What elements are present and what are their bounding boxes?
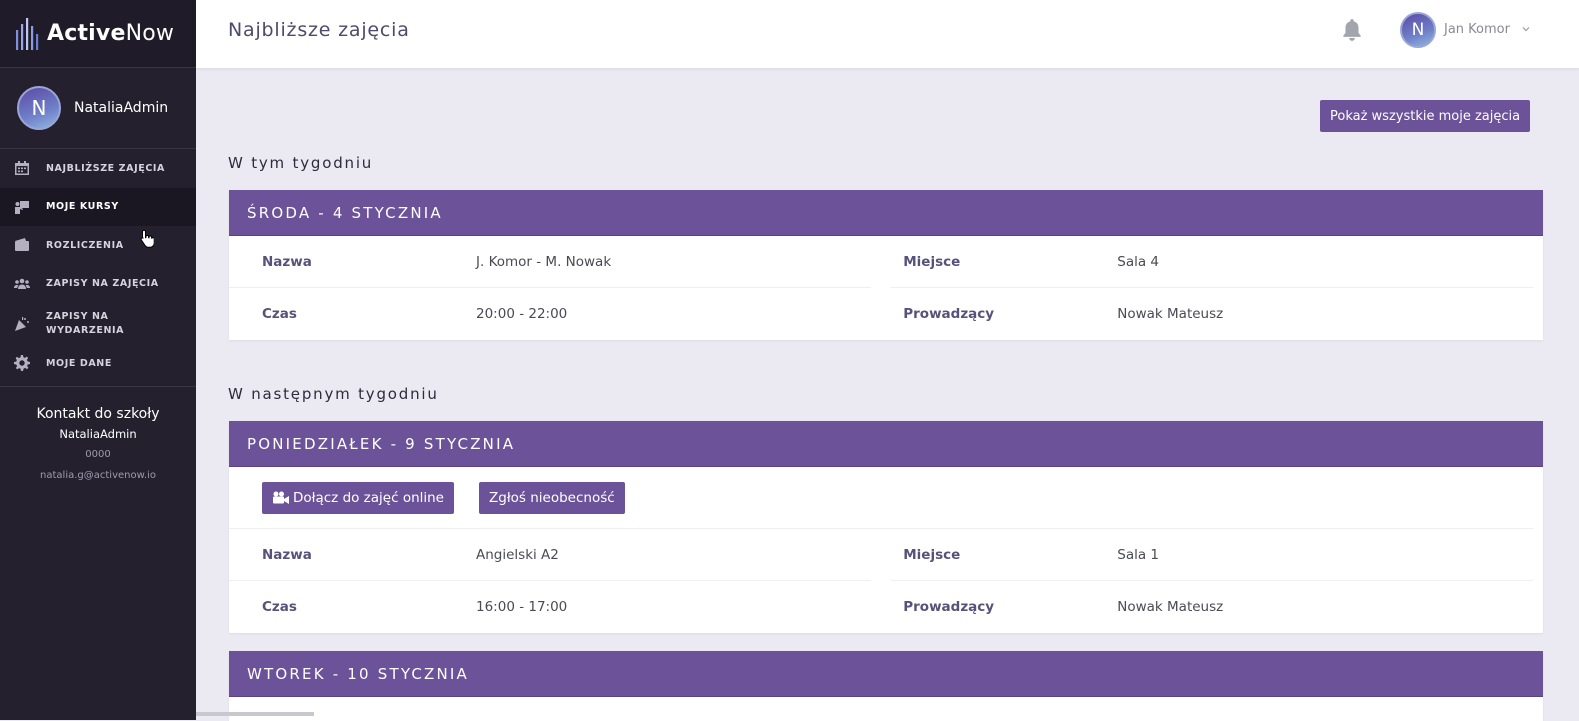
place-label: Miejsce [903,546,961,563]
sidebar-item-label: ZAPISY NA WYDARZENIA [46,310,125,336]
this-week-title: W tym tygodniu [228,154,374,172]
day-header: ŚRODA - 4 STYCZNIA [229,190,1543,236]
users-icon [14,276,30,292]
sidebar-item-moje-dane[interactable]: MOJE DANE [0,344,196,383]
contact-email[interactable]: natalia.g@activenow.io [0,470,196,481]
next-week-title: W następnym tygodniu [228,385,439,403]
party-icon [14,316,30,332]
contact-name: NataliaAdmin [59,426,137,441]
sidebar: ActiveNow N NataliaAdmin NAJBLIŻSZE ZAJĘ… [0,0,196,720]
day-header: WTOREK - 10 STYCZNIA [229,651,1543,697]
logo[interactable]: ActiveNow [0,0,196,68]
teacher-label: Prowadzący [903,306,995,322]
class-name: Angielski A2 [476,546,559,563]
sidebar-item-label: MOJE DANE [46,357,112,369]
teacher-icon [14,199,30,215]
place-label: Miejsce [903,253,961,270]
page-title: Najbliższe zajęcia [228,19,410,41]
day-header: PONIEDZIAŁEK - 9 STYCZNIA [229,421,1543,467]
sidebar-item-moje-kursy[interactable]: MOJE KURSY [0,187,196,226]
class-card: PONIEDZIAŁEK - 9 STYCZNIA Dołącz do zaję… [229,421,1543,633]
class-place: Sala 1 [1117,546,1159,563]
profile-name: NataliaAdmin [74,100,169,116]
sidebar-item-rozliczenia[interactable]: ROZLICZENIA [0,226,196,265]
brand-name: ActiveNow [47,21,175,46]
info-row: Czas 20:00 - 22:00 Prowadzący Nowak Mate… [229,288,1543,340]
sidebar-item-label: MOJE KURSY [46,201,119,213]
contact-phone: 0000 [85,448,111,460]
user-menu-name[interactable]: Jan Komor [1444,22,1510,37]
hand-cursor-icon [140,229,154,248]
time-label: Czas [262,306,297,322]
top-bar: Najbliższe zajęcia N Jan Komor [196,0,1579,68]
avatar: N [17,86,61,130]
report-absence-button[interactable]: Zgłoś nieobecność [479,481,625,514]
class-actions: Dołącz do zajęć online Zgłoś nieobecność [229,467,1533,529]
info-row: Nazwa J. Komor - M. Nowak Miejsce Sala 4 [229,236,1543,288]
sidebar-item-zapisy-na-zajecia[interactable]: ZAPISY NA ZAJĘCIA [0,265,196,304]
wallet-icon [14,237,30,253]
user-avatar[interactable]: N [1400,12,1436,48]
join-online-button[interactable]: Dołącz do zajęć online [262,481,454,514]
show-all-classes-button[interactable]: Pokaż wszystkie moje zajęcia [1320,100,1531,132]
video-camera-icon [273,491,289,504]
sidebar-item-label: ZAPISY NA ZAJĘCIA [46,278,159,290]
calendar-icon [14,160,30,176]
class-place: Sala 4 [1117,253,1159,270]
name-label: Nazwa [262,546,312,563]
sidebar-item-najblizsze-zajecia[interactable]: NAJBLIŻSZE ZAJĘCIA [0,149,196,188]
logo-bars-icon [16,17,39,50]
sidebar-item-label: NAJBLIŻSZE ZAJĘCIA [46,162,166,174]
gear-icon [14,355,30,372]
class-card: WTOREK - 10 STYCZNIA [229,651,1543,721]
info-row: Nazwa Angielski A2 Miejsce Sala 1 [229,529,1543,581]
join-online-label: Dołącz do zajęć online [293,489,444,506]
school-contact: Kontakt do szkoły NataliaAdmin 0000 nata… [0,385,196,481]
main-content: Pokaż wszystkie moje zajęcia W tym tygod… [196,68,1579,721]
class-name: J. Komor - M. Nowak [476,253,612,270]
class-time: 20:00 - 22:00 [476,306,568,322]
teacher-label: Prowadzący [903,599,995,615]
contact-title: Kontakt do szkoły [36,405,160,422]
sidebar-item-zapisy-na-wydarzenia[interactable]: ZAPISY NA WYDARZENIA [0,303,196,344]
sidebar-nav: NAJBLIŻSZE ZAJĘCIA MOJE KURSY ROZLICZENI… [0,148,196,383]
sidebar-item-label: ROZLICZENIA [46,239,124,251]
chevron-down-icon[interactable] [1522,25,1530,33]
class-card: ŚRODA - 4 STYCZNIA Nazwa J. Komor - M. N… [229,190,1543,340]
class-time: 16:00 - 17:00 [476,599,568,615]
bell-icon[interactable] [1342,19,1362,41]
class-teacher: Nowak Mateusz [1117,306,1224,322]
name-label: Nazwa [262,253,312,270]
sidebar-profile[interactable]: N NataliaAdmin [0,68,196,148]
horizontal-scrollbar[interactable] [196,712,314,716]
info-row: Czas 16:00 - 17:00 Prowadzący Nowak Mate… [229,581,1543,633]
class-teacher: Nowak Mateusz [1117,599,1224,615]
time-label: Czas [262,599,297,615]
